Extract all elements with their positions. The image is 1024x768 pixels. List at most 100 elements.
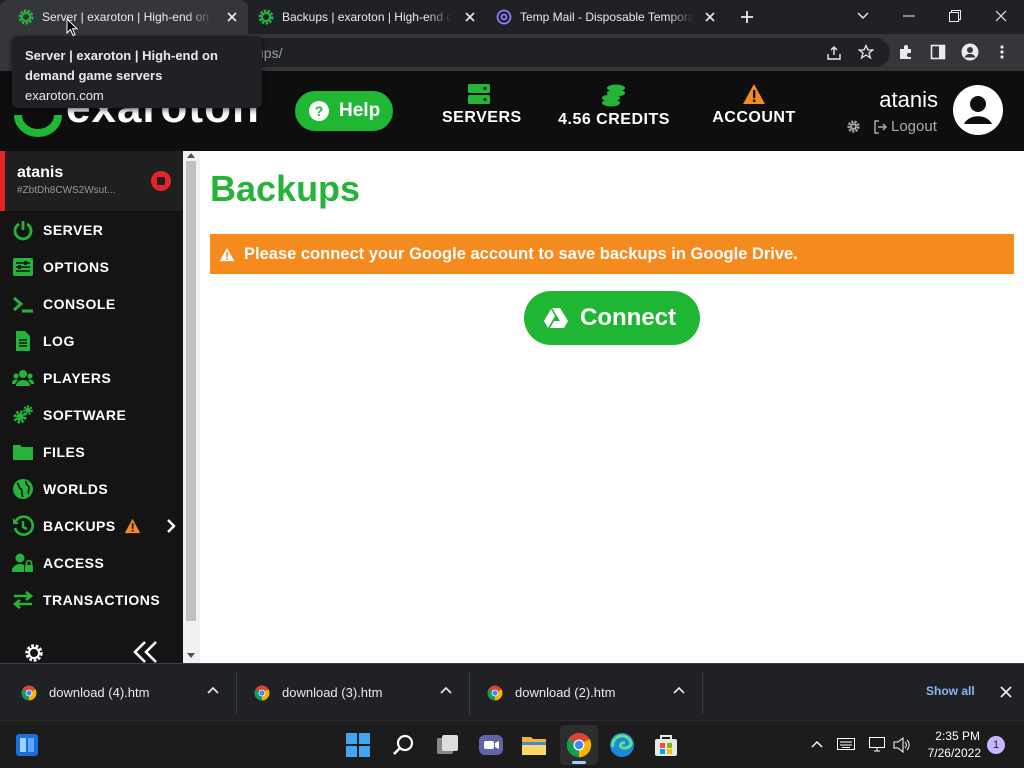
sidebar-item-files[interactable]: FILES (0, 433, 183, 470)
share-icon[interactable] (826, 45, 842, 61)
chevron-up-icon[interactable] (673, 686, 685, 694)
sidebar-scrollbar[interactable] (183, 151, 200, 663)
nav-servers[interactable]: SERVERS (442, 83, 521, 127)
sidebar-item-backups[interactable]: BACKUPS (0, 507, 183, 544)
download-filename: download (4).htm (49, 685, 150, 700)
warning-triangle-icon (743, 84, 765, 104)
folder-icon (13, 444, 33, 460)
tab-backups[interactable]: Backups | exaroton | High-end on demand … (240, 0, 486, 34)
svg-text:?: ? (315, 103, 324, 119)
notification-badge[interactable]: 1 (987, 736, 1005, 754)
download-item[interactable]: download (4).htm (21, 664, 229, 721)
stop-server-icon[interactable] (151, 171, 171, 191)
teams-chat-icon[interactable] (478, 732, 504, 758)
chevron-up-icon[interactable] (440, 686, 452, 694)
network-icon[interactable] (869, 737, 887, 753)
edge-icon[interactable] (609, 732, 635, 758)
sidebar-item-console[interactable]: CONSOLE (0, 285, 183, 322)
sidebar-item-transactions[interactable]: TRANSACTIONS (0, 581, 183, 618)
collapse-sidebar-icon[interactable] (132, 641, 158, 663)
search-icon[interactable] (391, 733, 415, 757)
active-indicator (572, 761, 586, 764)
globe-icon (13, 478, 33, 499)
chevron-up-icon[interactable] (811, 740, 823, 748)
google-drive-alert: Please connect your Google account to sa… (210, 234, 1014, 274)
bookmark-star-icon[interactable] (858, 44, 874, 60)
sidebar-item-log[interactable]: LOG (0, 322, 183, 359)
sign-out-icon (874, 119, 887, 134)
connect-google-drive-button[interactable]: Connect (524, 291, 700, 345)
sidebar-settings-icon[interactable] (24, 643, 44, 663)
minimize-icon (903, 15, 915, 17)
extensions-icon[interactable] (898, 44, 914, 60)
scrollbar-thumb[interactable] (186, 161, 196, 621)
file-icon (16, 330, 30, 351)
nav-credits-label: 4.56 CREDITS (558, 111, 670, 128)
restore-button[interactable] (932, 0, 978, 32)
google-drive-icon (544, 308, 568, 328)
widgets-icon[interactable] (15, 733, 39, 757)
microsoft-store-icon[interactable] (653, 732, 679, 758)
sidebar-item-players[interactable]: PLAYERS (0, 359, 183, 396)
sidebar-item-options[interactable]: OPTIONS (0, 248, 183, 285)
help-button[interactable]: ? Help (295, 91, 393, 131)
kebab-menu-icon[interactable] (999, 44, 1005, 60)
tab-server[interactable]: Server | exaroton | High-end on demand g… (0, 0, 248, 34)
exaroton-gear-icon (18, 9, 34, 25)
sidebar-item-label: OPTIONS (43, 258, 110, 275)
logout-link[interactable]: Logout (873, 118, 937, 135)
task-view-icon[interactable] (435, 732, 461, 758)
windows-start-icon[interactable] (346, 733, 370, 757)
main-content: Backups Please connect your Google accou… (200, 151, 1024, 663)
sidebar-item-software[interactable]: SOFTWARE (0, 396, 183, 433)
chevron-up-icon[interactable] (207, 686, 219, 694)
minimize-button[interactable] (886, 0, 932, 32)
scroll-up-icon[interactable] (187, 153, 195, 158)
download-item[interactable]: download (2).htm (487, 664, 695, 721)
server-card[interactable]: atanis #ZbtDh8CWS2Wsut... (0, 151, 183, 211)
nav-account-label: ACCOUNT (712, 109, 796, 126)
close-icon (995, 10, 1007, 22)
clock-time[interactable]: 2:35 PM (930, 729, 980, 743)
sidebar-item-server[interactable]: SERVER (0, 211, 183, 248)
scroll-down-icon[interactable] (187, 653, 195, 658)
cogs-icon (13, 404, 33, 423)
power-icon (13, 220, 33, 240)
help-label: Help (339, 100, 381, 121)
settings-gear-icon[interactable] (846, 119, 861, 134)
close-shelf-icon[interactable] (1000, 686, 1012, 698)
alert-text: Please connect your Google account to sa… (244, 244, 798, 263)
download-item[interactable]: download (3).htm (254, 664, 462, 721)
show-all-downloads-link[interactable]: Show all (926, 684, 975, 698)
warning-triangle-icon (124, 518, 141, 533)
close-window-button[interactable] (978, 0, 1024, 32)
side-panel-icon[interactable] (930, 44, 946, 60)
tab-search-button[interactable] (840, 0, 886, 32)
exaroton-gear-icon (258, 9, 274, 25)
logout-label: Logout (891, 118, 937, 135)
chevron-right-icon (167, 519, 176, 533)
sidebar-item-label: ACCESS (43, 554, 105, 571)
close-tab-icon[interactable] (462, 9, 478, 25)
close-tab-icon[interactable] (224, 9, 240, 25)
clock-date[interactable]: 7/26/2022 (915, 746, 981, 760)
nav-account[interactable]: ACCOUNT (710, 83, 798, 127)
at-sign-icon (496, 9, 512, 25)
header-user-name: atanis (879, 87, 938, 112)
server-id: #ZbtDh8CWS2Wsut... (17, 185, 116, 196)
nav-credits[interactable]: 4.56 CREDITS (556, 83, 672, 129)
chrome-icon (487, 685, 503, 700)
browser-tab-strip: Server | exaroton | High-end on demand g… (0, 0, 1024, 34)
new-tab-icon[interactable] (739, 9, 755, 25)
file-explorer-icon[interactable] (521, 732, 547, 758)
user-avatar-icon[interactable] (953, 85, 1003, 135)
sidebar-item-worlds[interactable]: WORLDS (0, 470, 183, 507)
sidebar-item-label: SOFTWARE (43, 406, 127, 423)
chrome-taskbar-button[interactable] (560, 725, 598, 765)
keyboard-icon[interactable] (837, 738, 855, 750)
sidebar-item-access[interactable]: ACCESS (0, 544, 183, 581)
tab-temp-mail[interactable]: Temp Mail - Disposable Temporary Email (478, 0, 726, 34)
close-tab-icon[interactable] (702, 9, 718, 25)
volume-icon[interactable] (893, 737, 911, 753)
profile-icon[interactable] (961, 43, 979, 61)
